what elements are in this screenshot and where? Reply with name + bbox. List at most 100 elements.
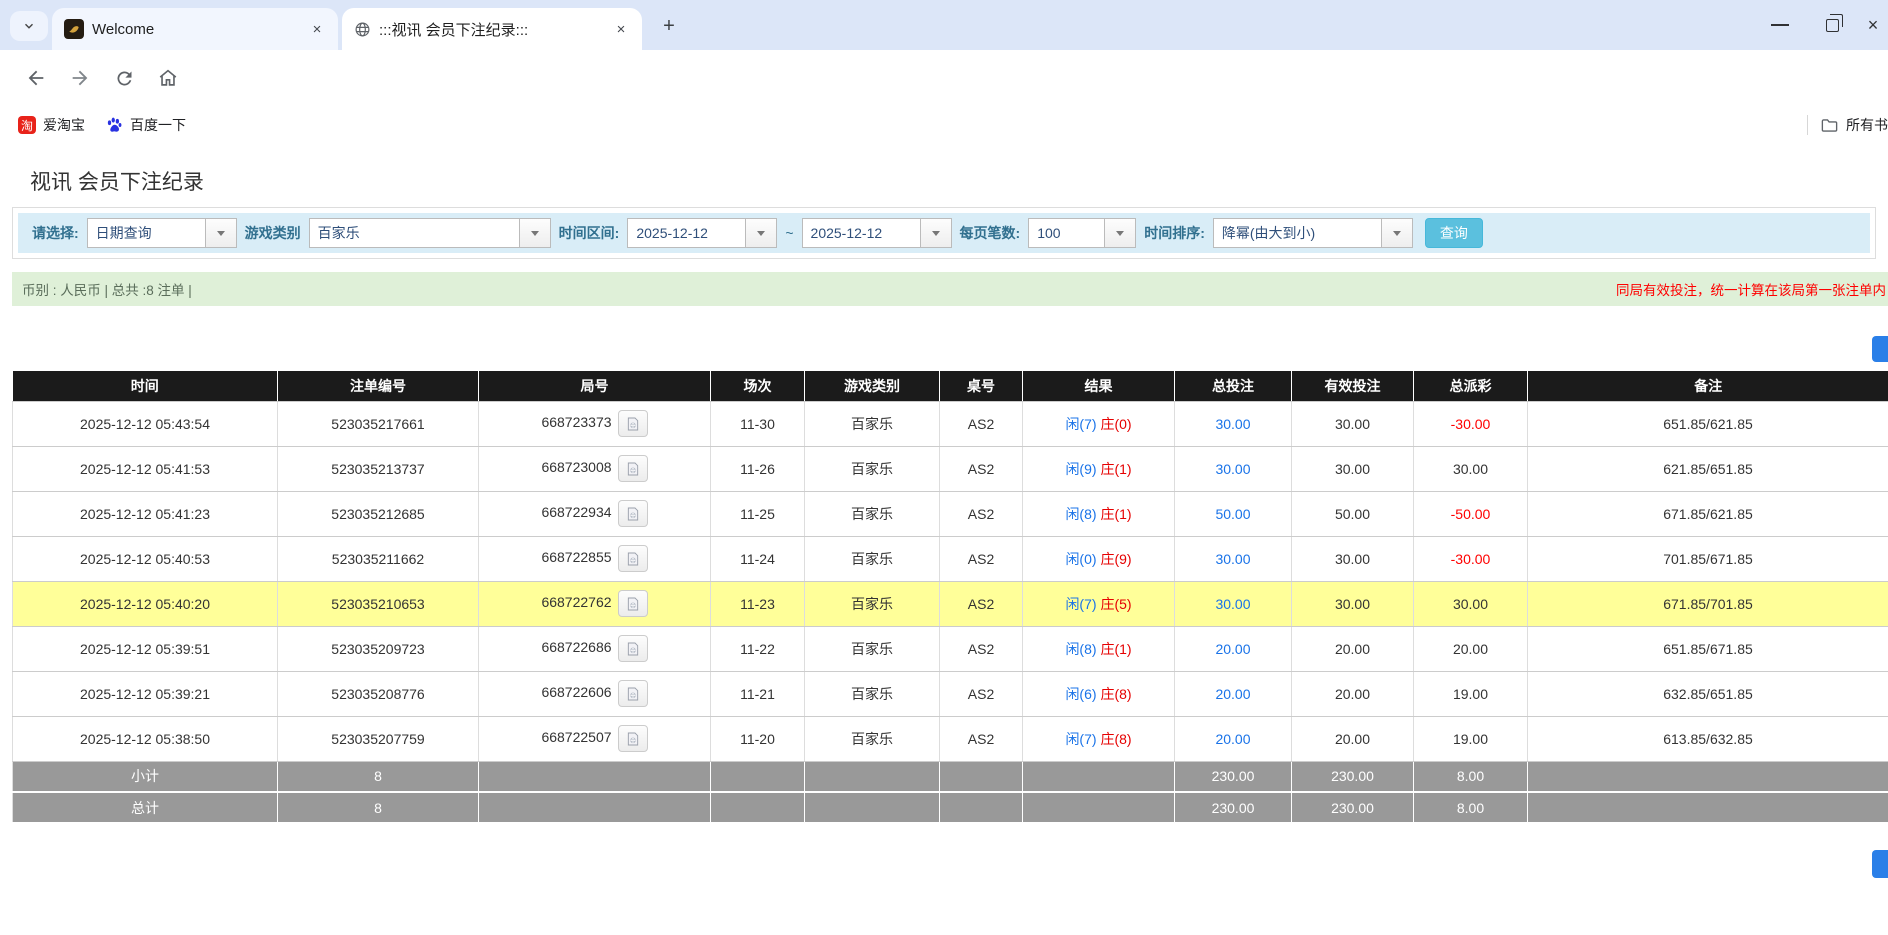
- sort-input[interactable]: [1213, 218, 1381, 248]
- cell-total-bet[interactable]: 20.00: [1175, 671, 1292, 716]
- cell-payout: 30.00: [1414, 581, 1528, 626]
- cell-payout: -30.00: [1414, 401, 1528, 446]
- bookmark-aitaobao[interactable]: 淘 爱淘宝: [8, 111, 95, 139]
- forward-button[interactable]: [64, 62, 96, 94]
- cell-bet-id: 523035217661: [278, 401, 479, 446]
- footer-cell: 230.00: [1292, 792, 1414, 823]
- cell-note: 613.85/632.85: [1528, 716, 1888, 761]
- film-icon: [625, 416, 641, 432]
- per-page-dropdown-button[interactable]: [1104, 218, 1136, 248]
- play-video-button[interactable]: [618, 590, 648, 617]
- edge-float-button-bottom[interactable]: [1872, 850, 1888, 878]
- tab-welcome-title: Welcome: [92, 21, 298, 38]
- play-video-button[interactable]: [618, 725, 648, 752]
- cell-valid-bet: 20.00: [1292, 716, 1414, 761]
- cell-total-bet[interactable]: 30.00: [1175, 536, 1292, 581]
- cell-total-bet[interactable]: 30.00: [1175, 401, 1292, 446]
- cell-total-bet[interactable]: 50.00: [1175, 491, 1292, 536]
- play-video-button[interactable]: [618, 500, 648, 527]
- round-number: 668723373: [541, 414, 611, 430]
- cell-note: 632.85/651.85: [1528, 671, 1888, 716]
- cell-valid-bet: 30.00: [1292, 581, 1414, 626]
- footer-cell: [479, 761, 711, 792]
- play-video-button[interactable]: [618, 545, 648, 572]
- column-header: 时间: [13, 371, 278, 401]
- table-row: 2025-12-12 05:40:20523035210653668722762…: [13, 581, 1888, 626]
- date-end-dropdown-button[interactable]: [920, 218, 952, 248]
- restore-button[interactable]: [1806, 0, 1858, 50]
- cell-session: 11-24: [711, 536, 805, 581]
- sort-dropdown-button[interactable]: [1381, 218, 1413, 248]
- cell-time: 2025-12-12 05:39:51: [13, 626, 278, 671]
- all-bookmarks-folder[interactable]: 所有书: [1820, 115, 1888, 135]
- date-start-dropdown-button[interactable]: [745, 218, 777, 248]
- play-video-button[interactable]: [618, 455, 648, 482]
- date-start-combo: [627, 218, 777, 248]
- reload-button[interactable]: [108, 62, 140, 94]
- footer-cell: 8: [278, 792, 479, 823]
- cell-result: 闲(7) 庄(0): [1023, 401, 1175, 446]
- game-type-dropdown-button[interactable]: [519, 218, 551, 248]
- back-button[interactable]: [20, 62, 52, 94]
- cell-session: 11-26: [711, 446, 805, 491]
- tab-welcome-close-icon[interactable]: ×: [306, 18, 328, 40]
- tab-welcome[interactable]: Welcome ×: [52, 8, 338, 50]
- cell-payout: 19.00: [1414, 671, 1528, 716]
- result-player: 闲(6): [1065, 686, 1096, 702]
- round-number: 668722606: [541, 684, 611, 700]
- footer-cell: 8: [278, 761, 479, 792]
- result-banker: 庄(1): [1097, 461, 1132, 477]
- cell-round: 668722507: [479, 716, 711, 761]
- game-type-input[interactable]: [309, 218, 519, 248]
- cell-session: 11-23: [711, 581, 805, 626]
- cell-result: 闲(7) 庄(8): [1023, 716, 1175, 761]
- date-separator: ~: [785, 225, 793, 241]
- cell-result: 闲(9) 庄(1): [1023, 446, 1175, 491]
- browser-tab-strip: Welcome × :::视讯 会员下注纪录::: × + ×: [0, 0, 1888, 50]
- new-tab-button[interactable]: +: [656, 13, 682, 39]
- query-type-input[interactable]: [87, 218, 205, 248]
- result-player: 闲(8): [1065, 641, 1096, 657]
- home-button[interactable]: [152, 62, 184, 94]
- home-icon: [157, 67, 179, 89]
- bookmark-baidu[interactable]: 百度一下: [95, 111, 196, 139]
- query-button[interactable]: 查询: [1425, 218, 1483, 248]
- cell-total-bet[interactable]: 20.00: [1175, 626, 1292, 671]
- cell-note: 671.85/701.85: [1528, 581, 1888, 626]
- play-video-button[interactable]: [618, 410, 648, 437]
- query-type-dropdown-button[interactable]: [205, 218, 237, 248]
- cell-valid-bet: 30.00: [1292, 446, 1414, 491]
- tab-betrecord[interactable]: :::视讯 会员下注纪录::: ×: [342, 8, 642, 50]
- round-number: 668723008: [541, 459, 611, 475]
- table-row: 2025-12-12 05:41:53523035213737668723008…: [13, 446, 1888, 491]
- cell-game: 百家乐: [805, 446, 940, 491]
- date-end-input[interactable]: [802, 218, 920, 248]
- close-window-button[interactable]: ×: [1858, 0, 1888, 50]
- cell-total-bet[interactable]: 30.00: [1175, 446, 1292, 491]
- per-page-input[interactable]: [1028, 218, 1104, 248]
- result-player: 闲(0): [1065, 551, 1096, 567]
- cell-time: 2025-12-12 05:41:53: [13, 446, 278, 491]
- footer-cell: 230.00: [1292, 761, 1414, 792]
- result-player: 闲(7): [1065, 731, 1096, 747]
- play-video-button[interactable]: [618, 635, 648, 662]
- edge-float-button-top[interactable]: [1872, 336, 1888, 362]
- result-player: 闲(7): [1065, 416, 1096, 432]
- tab-betrecord-close-icon[interactable]: ×: [610, 18, 632, 40]
- reload-icon: [114, 68, 135, 89]
- cell-total-bet[interactable]: 30.00: [1175, 581, 1292, 626]
- sort-label: 时间排序:: [1144, 223, 1205, 243]
- bookmarks-separator: [1807, 115, 1808, 135]
- query-type-combo: [87, 218, 237, 248]
- table-footer-row: 总计8230.00230.008.00: [13, 792, 1888, 823]
- cell-table-no: AS2: [940, 671, 1023, 716]
- tab-search-button[interactable]: [10, 11, 48, 41]
- select-label: 请选择:: [32, 223, 79, 243]
- cell-session: 11-25: [711, 491, 805, 536]
- play-video-button[interactable]: [618, 680, 648, 707]
- footer-cell: 230.00: [1175, 792, 1292, 823]
- date-start-input[interactable]: [627, 218, 745, 248]
- minimize-button[interactable]: [1754, 0, 1806, 50]
- cell-total-bet[interactable]: 20.00: [1175, 716, 1292, 761]
- cell-result: 闲(8) 庄(1): [1023, 491, 1175, 536]
